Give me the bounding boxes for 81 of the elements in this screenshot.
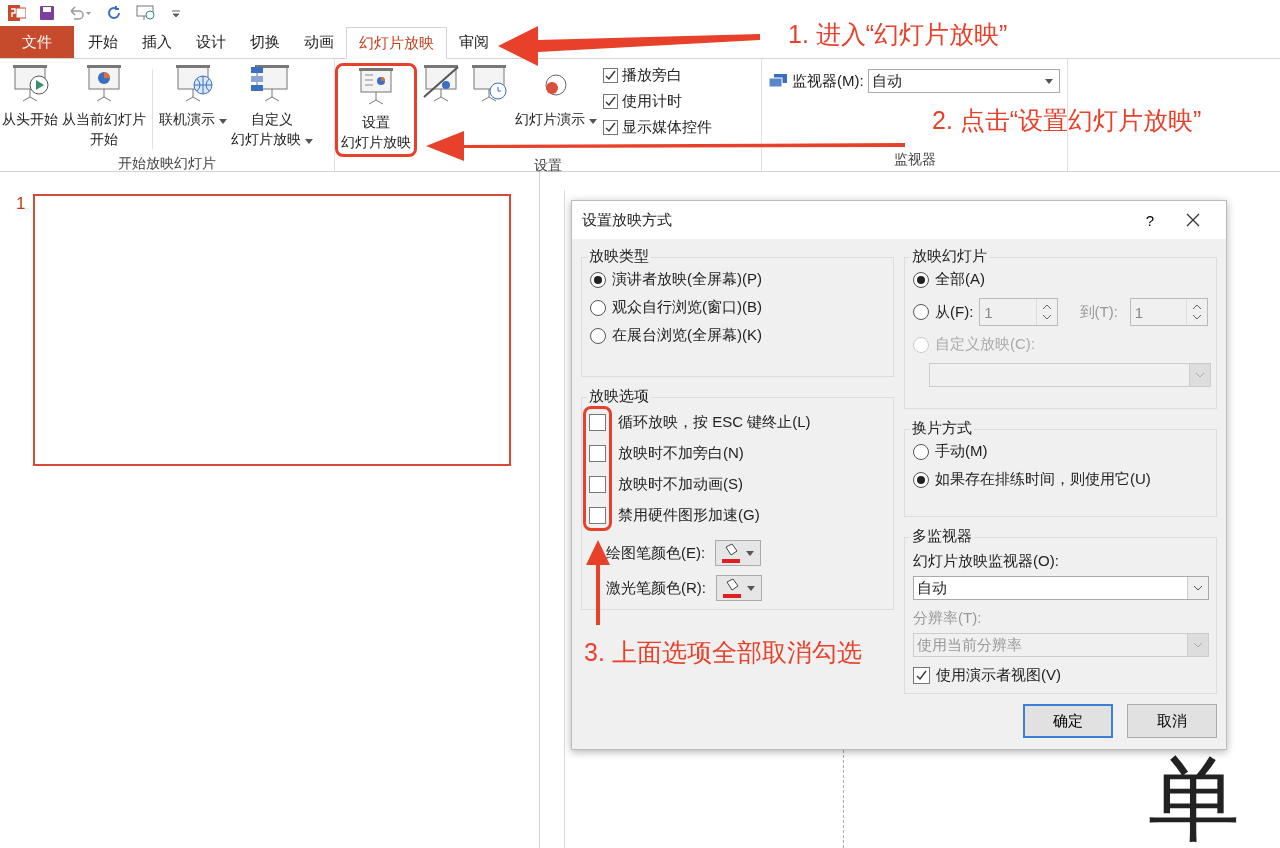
checkbox-label[interactable]: 循环放映，按 ESC 键终止(L) bbox=[618, 411, 811, 433]
ribbon-tab[interactable]: 切换 bbox=[238, 26, 292, 58]
ribbon-checkbox[interactable]: 显示媒体控件 bbox=[602, 117, 712, 137]
monitor-label: 幻灯片放映监视器(O): bbox=[913, 552, 1060, 571]
ribbon-tab[interactable]: 插入 bbox=[130, 26, 184, 58]
app-logo-icon bbox=[8, 4, 26, 21]
checkbox-label[interactable]: 放映时不加动画(S) bbox=[618, 473, 811, 495]
ribbon-checkbox[interactable]: 播放旁白 bbox=[602, 65, 712, 85]
checkbox[interactable] bbox=[589, 413, 606, 431]
range-label: 到(T): bbox=[1079, 302, 1118, 322]
chevron-down-icon bbox=[1187, 634, 1208, 656]
checkmark-icon bbox=[604, 121, 616, 133]
checkmark-icon bbox=[604, 95, 616, 107]
color-picker[interactable] bbox=[716, 575, 762, 601]
group-label: 开始放映幻灯片 bbox=[117, 155, 217, 173]
ribbon-button[interactable]: 设置 幻灯片放映 bbox=[339, 66, 413, 152]
checkbox[interactable] bbox=[589, 506, 606, 524]
section-title: 放映幻灯片 bbox=[910, 247, 989, 266]
ribbon-tab[interactable]: 设计 bbox=[184, 26, 238, 58]
checkbox[interactable] bbox=[589, 444, 606, 462]
radio-option[interactable]: 全部(A) bbox=[913, 270, 1208, 289]
customize-caret-icon[interactable] bbox=[172, 8, 180, 17]
color-picker[interactable] bbox=[715, 540, 762, 566]
redo-icon[interactable] bbox=[106, 4, 122, 21]
ribbon-checkbox[interactable]: 使用计时 bbox=[602, 91, 712, 111]
radio-option[interactable]: 手动(M) bbox=[913, 442, 1208, 461]
dialog-button[interactable]: 确定 bbox=[1023, 704, 1113, 738]
annotation-text: 2. 点击“设置幻灯片放映” bbox=[932, 105, 1202, 136]
paint-bucket-icon bbox=[723, 578, 741, 598]
checkbox-option[interactable]: 使用演示者视图(V) bbox=[913, 666, 1208, 685]
dialog-title: 设置放映方式 bbox=[582, 210, 672, 228]
paint-bucket-icon bbox=[722, 543, 741, 563]
radio-option[interactable]: 在展台浏览(全屏幕)(K) bbox=[590, 326, 885, 345]
group-label: 监视器 bbox=[892, 151, 937, 169]
ribbon-button[interactable]: 从当前幻灯片 开始 bbox=[60, 63, 148, 149]
ribbon-tab[interactable]: 开始 bbox=[76, 26, 130, 58]
ribbon-button[interactable]: 联机演示 bbox=[157, 63, 229, 129]
undo-icon[interactable] bbox=[68, 5, 92, 20]
group-label: 设置 bbox=[533, 157, 563, 175]
checkbox-label[interactable]: 放映时不加旁白(N) bbox=[618, 442, 811, 464]
section-title: 放映选项 bbox=[587, 387, 651, 406]
ribbon-tab[interactable]: 审阅 bbox=[447, 26, 501, 58]
close-icon[interactable] bbox=[1186, 213, 1200, 227]
section-title: 多监视器 bbox=[910, 527, 974, 546]
help-button[interactable]: ? bbox=[1136, 210, 1164, 230]
ribbon-tab[interactable]: 幻灯片放映 bbox=[346, 27, 447, 59]
save-icon[interactable] bbox=[40, 5, 54, 20]
section-title: 放映类型 bbox=[587, 247, 651, 266]
section-title: 换片方式 bbox=[910, 419, 974, 438]
monitor-label: 监视器(M): bbox=[792, 71, 864, 91]
checkmark-icon bbox=[916, 670, 927, 681]
monitor-icon bbox=[768, 73, 788, 89]
color-label: 激光笔颜色(R): bbox=[606, 578, 706, 598]
chevron-down-icon bbox=[1189, 364, 1210, 386]
caret-icon bbox=[746, 550, 755, 556]
checkmark-icon bbox=[604, 69, 616, 81]
monitor-select[interactable]: 自动 bbox=[913, 576, 1209, 600]
dialog-button[interactable]: 取消 bbox=[1127, 704, 1217, 738]
checkbox[interactable] bbox=[589, 475, 606, 493]
radio-option[interactable]: 如果存在排练时间，则使用它(U) bbox=[913, 470, 1208, 489]
checkbox-label[interactable]: 禁用硬件图形加速(G) bbox=[618, 504, 811, 526]
presentation-play-icon[interactable] bbox=[136, 4, 158, 21]
caret-icon bbox=[747, 585, 755, 591]
radio-option[interactable]: 从(F): bbox=[913, 302, 974, 322]
slide-number: 1 bbox=[16, 194, 26, 215]
radio-option[interactable]: 演讲者放映(全屏幕)(P) bbox=[590, 270, 885, 289]
annotation-text: 3. 上面选项全部取消勾选 bbox=[584, 637, 862, 668]
slide-text: 单 bbox=[1148, 754, 1240, 846]
ribbon-button[interactable]: 幻灯片演示 bbox=[513, 63, 599, 129]
radio-option[interactable]: 观众自行浏览(窗口)(B) bbox=[590, 298, 885, 317]
caret-icon bbox=[1044, 78, 1053, 84]
ribbon-button[interactable]: 自定义 幻灯片放映 bbox=[228, 63, 315, 149]
color-label: 绘图笔颜色(E): bbox=[606, 543, 706, 563]
slide-thumbnail[interactable] bbox=[33, 194, 512, 466]
annotation-text: 1. 进入“幻灯片放映” bbox=[788, 19, 1008, 50]
ribbon-tab[interactable]: 动画 bbox=[292, 26, 346, 58]
file-tab[interactable]: 文件 bbox=[0, 26, 74, 58]
chevron-down-icon bbox=[1187, 577, 1208, 599]
resolution-label: 分辨率(T): bbox=[913, 609, 983, 628]
monitor-select[interactable]: 自动 bbox=[867, 69, 1060, 93]
ribbon-button[interactable]: 从头开始 bbox=[0, 63, 60, 129]
